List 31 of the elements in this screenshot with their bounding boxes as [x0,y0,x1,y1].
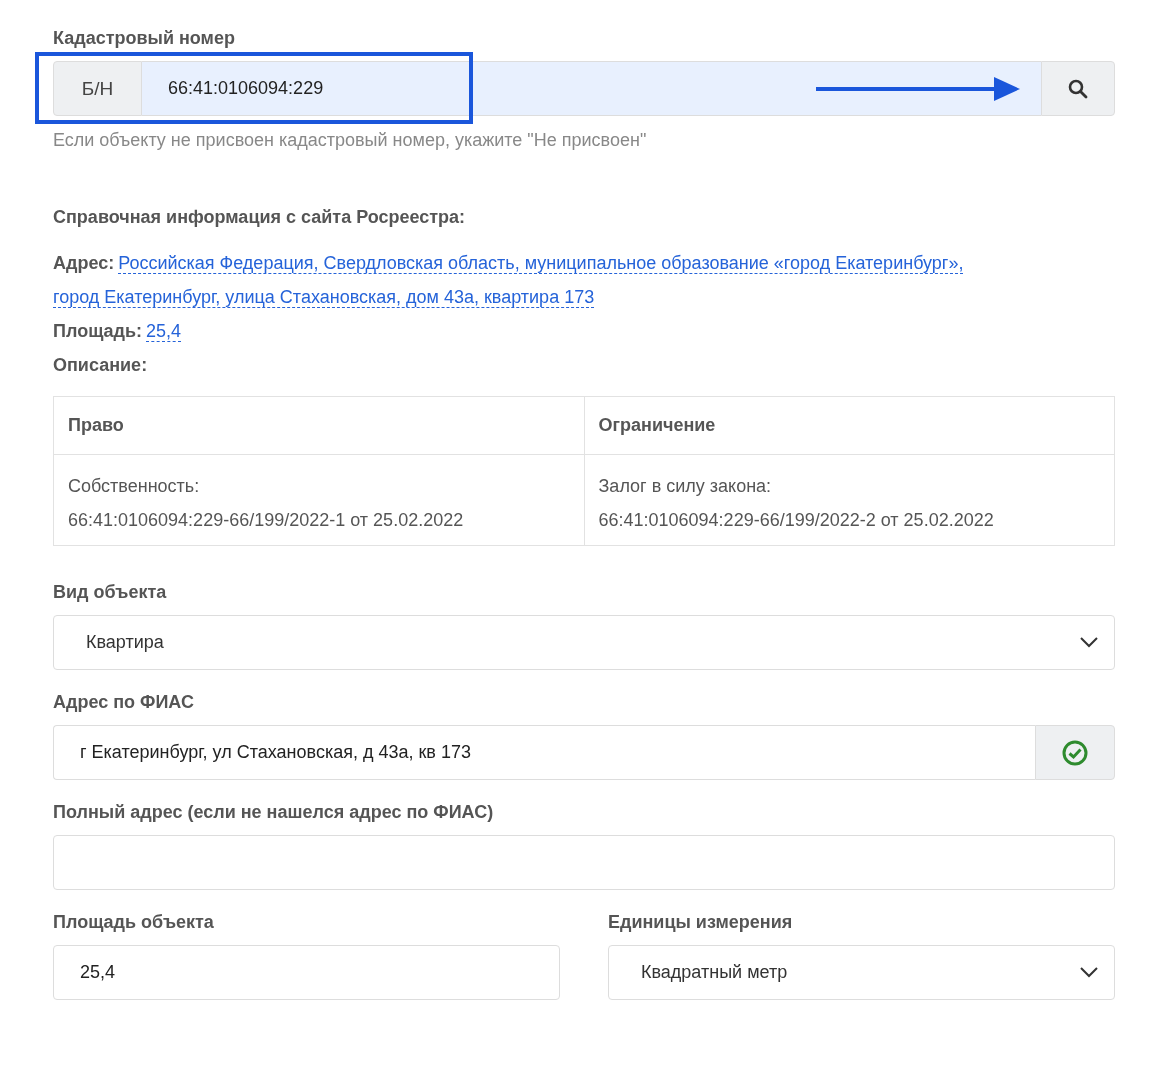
field-label: Кадастровый номер [53,28,236,49]
area-label: Площадь: [53,321,143,341]
fias-address-input[interactable]: г Екатеринбург, ул Стахановская, д 43а, кв 173 [53,725,1035,780]
address-link[interactable]: Российская Федерация, Свердловская область, муниципальное образование «город Екатеринбург», [118,253,964,274]
description-label: Описание: [53,355,148,375]
object-type-select[interactable]: Квартира [53,615,1115,670]
table-cell-text: 66:41:0106094:229-66/199/2022-1 от 25.02.2022 [68,509,465,532]
address-link[interactable]: город Екатеринбург, улица Стахановская, дом 43а, квартира 173 [53,287,595,308]
field-label: Адрес по ФИАС [53,692,195,713]
field-label: Площадь объекта [53,912,215,933]
hint-text: Если объекту не присвоен кадастровый номер, укажите "Не присвоен" [53,130,648,151]
search-button[interactable] [1041,61,1115,116]
area-link[interactable]: 25,4 [146,321,182,342]
cadastral-input[interactable]: 66:41:0106094:229 [142,61,1041,116]
table-cell-text: Собственность: [68,475,201,498]
search-icon [1068,78,1088,99]
chevron-down-icon [1080,967,1098,978]
section-heading: Справочная информация с сайта Росреестра: [53,207,467,228]
area-input[interactable]: 25,4 [53,945,560,1000]
field-label: Единицы измерения [608,912,794,933]
full-address-input[interactable] [53,835,1115,890]
field-label: Полный адрес (если не нашелся адрес по ФИАС) [53,802,495,823]
column-header: Ограничение [584,396,1115,455]
table-cell-text: Залог в силу закона: [598,475,773,498]
address-label: Адрес: [53,253,115,273]
field-label: Вид объекта [53,582,168,603]
table-cell-text: 66:41:0106094:229-66/199/2022-2 от 25.02.2022 [598,509,995,532]
prefix-addon: Б/Н [53,61,142,116]
column-header: Право [53,396,584,455]
chevron-down-icon [1080,637,1098,648]
units-select[interactable]: Квадратный метр [608,945,1115,1000]
